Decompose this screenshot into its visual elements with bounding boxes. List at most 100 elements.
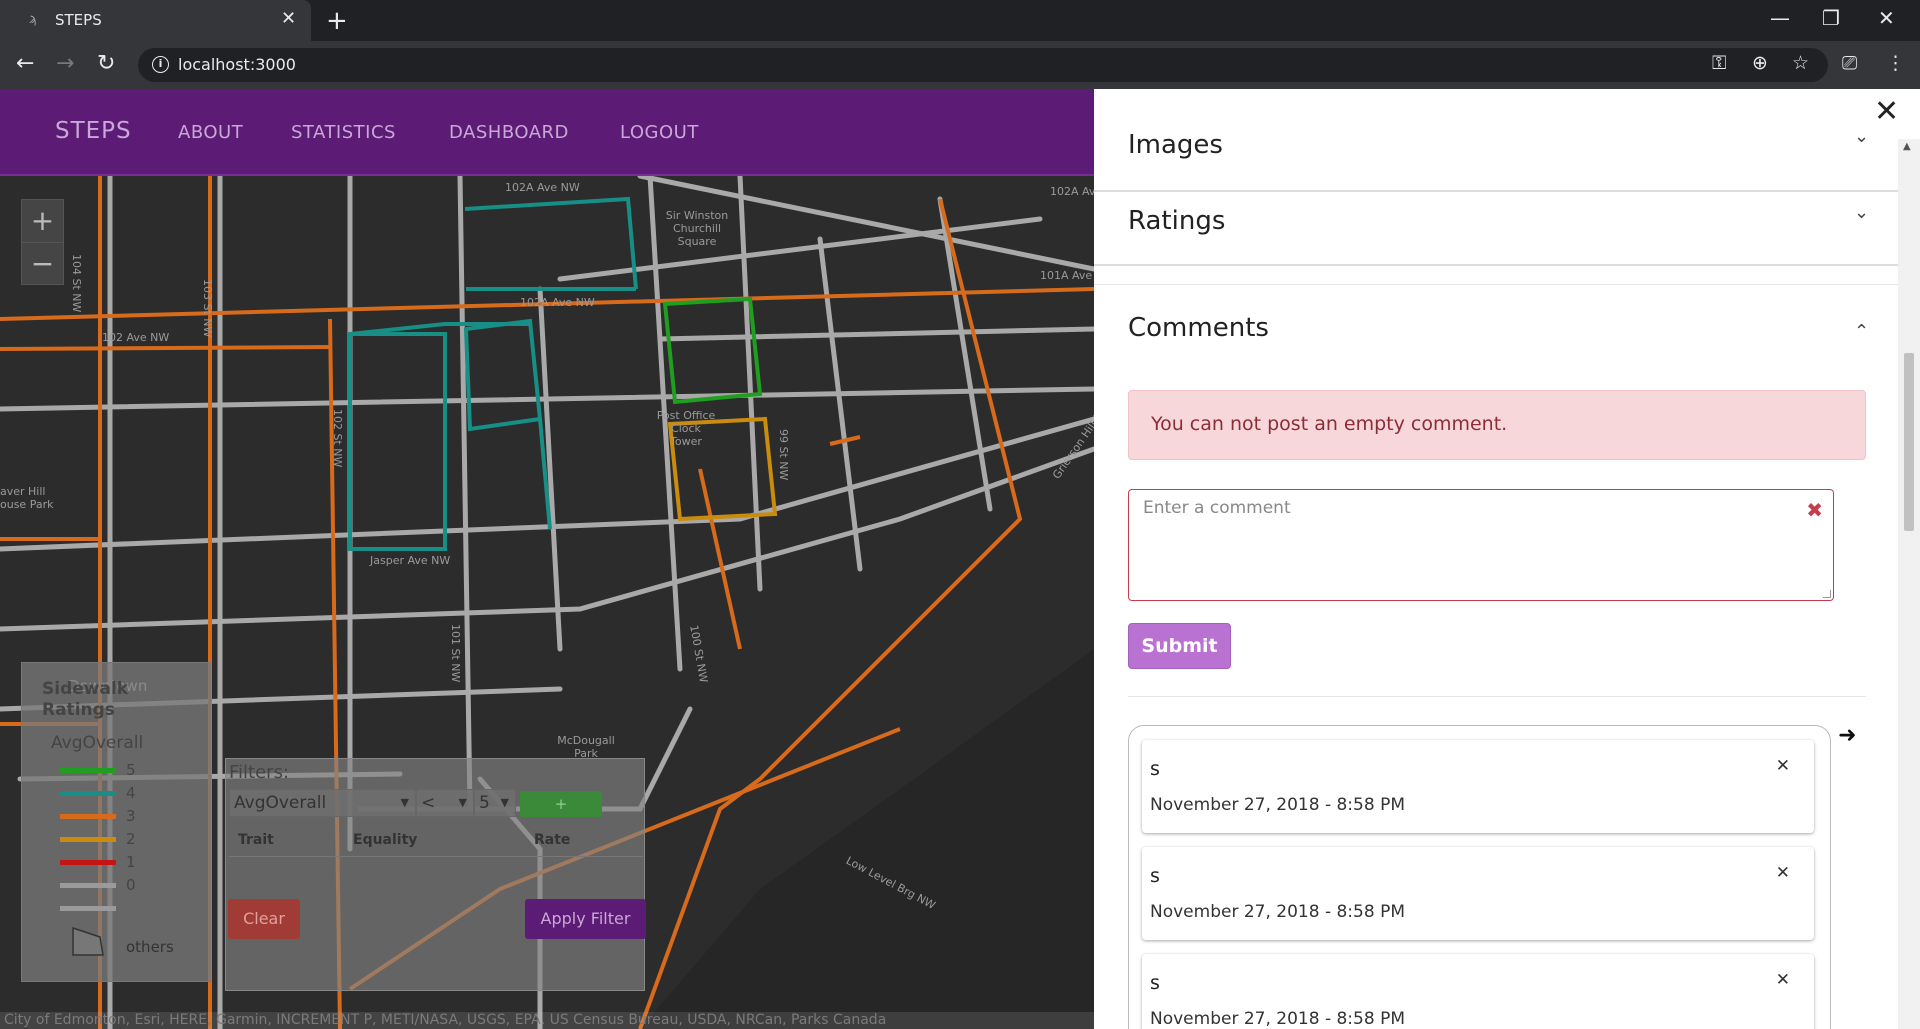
legend-level: 0 [126, 876, 136, 894]
poi-label: Post Office Clock Tower [656, 409, 716, 448]
panel-scrollbar[interactable]: ▲ [1898, 139, 1920, 1029]
legend-level: 4 [126, 784, 136, 802]
others-polygon-icon [72, 926, 104, 956]
legend-panel: Downtown Sidewalk Ratings AvgOverall 5 4… [21, 662, 211, 982]
delete-comment-icon[interactable]: ✕ [1776, 756, 1790, 776]
page: ϡ STEPS ✕ + — ❐ ✕ ← → ↻ i localhost:3000… [0, 0, 1920, 1029]
divider [1128, 696, 1866, 697]
comment-author: s [1150, 972, 1160, 994]
comment-card: s November 27, 2018 - 8:58 PM ✕ [1142, 847, 1814, 940]
resize-handle[interactable] [1823, 590, 1831, 598]
nav-statistics[interactable]: STATISTICS [291, 122, 396, 143]
street-label: 99 St NW [777, 429, 790, 481]
clear-filter-button[interactable]: Clear [228, 899, 300, 939]
street-label: 102A Ave [1050, 185, 1094, 198]
error-alert: You can not post an empty comment. [1128, 390, 1866, 460]
comments-list[interactable]: s November 27, 2018 - 8:58 PM ✕ s Novemb… [1128, 725, 1831, 1029]
cast-icon[interactable]: ⎚ [1842, 52, 1857, 74]
street-label: Jasper Ave NW [370, 554, 451, 567]
minimize-icon[interactable]: — [1770, 6, 1790, 30]
chevron-down-icon: ▼ [458, 796, 467, 809]
filters-title: Filters: [229, 762, 290, 783]
equality-select[interactable]: < ▼ [416, 789, 474, 817]
images-accordion[interactable]: Images ⌄ [1094, 116, 1898, 192]
submit-button[interactable]: Submit [1128, 623, 1231, 669]
equality-select-value: < [421, 793, 436, 813]
map-attribution: City of Edmonton, Esri, HERE, Garmin, IN… [0, 1012, 1094, 1029]
comment-card: s November 27, 2018 - 8:58 PM ✕ [1142, 740, 1814, 833]
zoom-icon[interactable]: ⊕ [1752, 52, 1768, 74]
street-label: 104 St NW [70, 254, 83, 313]
nav-dashboard[interactable]: DASHBOARD [449, 122, 569, 143]
url-text[interactable]: localhost:3000 [178, 55, 296, 74]
invalid-x-icon: ✖ [1806, 498, 1823, 522]
address-bar[interactable]: i localhost:3000 [138, 48, 1828, 82]
comment-card: s November 27, 2018 - 8:58 PM ✕ [1142, 954, 1814, 1029]
arrow-right-icon[interactable]: ➜ [1838, 723, 1856, 748]
map-app: 102A Ave NW 102A Ave 101A Ave 102 Ave NW… [0, 89, 1094, 1029]
comment-textarea[interactable]: Enter a comment ✖ [1128, 489, 1834, 601]
street-label: 102A Ave NW [520, 296, 595, 309]
zoom-out-button[interactable]: − [22, 243, 63, 286]
chevron-down-icon: ⌄ [1854, 126, 1870, 147]
zoom-control: + − [21, 199, 64, 285]
zoom-in-button[interactable]: + [22, 200, 63, 243]
forward-icon[interactable]: → [56, 51, 74, 76]
apply-filter-button[interactable]: Apply Filter [525, 899, 646, 939]
browser-menu-icon[interactable]: ⋮ [1886, 52, 1905, 74]
chevron-up-icon: ⌃ [1854, 321, 1870, 342]
reload-icon[interactable]: ↻ [97, 51, 115, 76]
scroll-up-icon[interactable]: ▲ [1903, 141, 1911, 152]
comment-date: November 27, 2018 - 8:58 PM [1150, 902, 1405, 922]
ratings-accordion[interactable]: Ratings ⌄ [1094, 192, 1898, 266]
comments-accordion[interactable]: Comments ⌃ [1094, 299, 1898, 359]
add-filter-button[interactable]: + [520, 791, 602, 817]
browser-tab[interactable]: ϡ STEPS ✕ [0, 0, 311, 41]
legend-swatch [60, 814, 116, 819]
legend-swatch [60, 883, 116, 888]
back-icon[interactable]: ← [16, 51, 34, 76]
legend-level: 1 [126, 853, 136, 871]
column-header: Rate [534, 832, 571, 848]
steps-favicon-icon: ϡ [29, 12, 38, 27]
bookmark-star-icon[interactable]: ☆ [1792, 52, 1809, 74]
filters-panel: Filters: AvgOverall ▼ < ▼ 5 ▼ + Trait Eq… [225, 758, 646, 991]
column-header: Trait [238, 832, 274, 848]
street-label: 103 St NW [201, 279, 214, 338]
legend-swatch [60, 768, 116, 773]
filters-table-header: Trait Equality Rate [229, 823, 643, 857]
legend-others-label: others [126, 938, 174, 956]
rate-select[interactable]: 5 ▼ [474, 789, 516, 817]
browser-tabstrip: ϡ STEPS ✕ + — ❐ ✕ [0, 0, 1920, 41]
poi-label: Sir Winston Churchill Square [665, 209, 729, 248]
window-close-icon[interactable]: ✕ [1878, 6, 1895, 30]
tab-close-icon[interactable]: ✕ [281, 8, 296, 29]
trait-select[interactable]: AvgOverall ▼ [229, 789, 416, 817]
new-tab-button[interactable]: + [326, 6, 348, 36]
comment-author: s [1150, 865, 1160, 887]
street-label: 102 Ave NW [102, 331, 170, 344]
nav-about[interactable]: ABOUT [178, 122, 243, 143]
chevron-down-icon: ▼ [500, 796, 509, 809]
section-title: Images [1128, 130, 1223, 160]
delete-comment-icon[interactable]: ✕ [1776, 970, 1790, 990]
legend-field: AvgOverall [51, 733, 144, 753]
legend-level: 3 [126, 807, 136, 825]
brand-logo[interactable]: STEPS [55, 118, 132, 144]
street-label: 101A Ave [1040, 269, 1093, 282]
comment-placeholder: Enter a comment [1143, 498, 1291, 518]
detail-panel: ✕ Images ⌄ Ratings ⌄ Comments ⌃ You can … [1094, 89, 1920, 1029]
delete-comment-icon[interactable]: ✕ [1776, 863, 1790, 883]
column-header: Equality [353, 832, 418, 848]
rate-select-value: 5 [479, 793, 490, 813]
comment-date: November 27, 2018 - 8:58 PM [1150, 795, 1405, 815]
scroll-thumb[interactable] [1904, 353, 1914, 531]
trait-select-value: AvgOverall [234, 793, 327, 813]
nav-logout[interactable]: LOGOUT [620, 122, 699, 143]
legend-swatch [60, 860, 116, 865]
street-label: 102A Ave NW [505, 181, 580, 194]
site-info-icon[interactable]: i [152, 56, 169, 73]
key-icon[interactable]: ⚿ [1712, 52, 1726, 74]
app-navbar: STEPS ABOUT STATISTICS DASHBOARD LOGOUT [0, 89, 1094, 176]
restore-icon[interactable]: ❐ [1822, 6, 1840, 30]
